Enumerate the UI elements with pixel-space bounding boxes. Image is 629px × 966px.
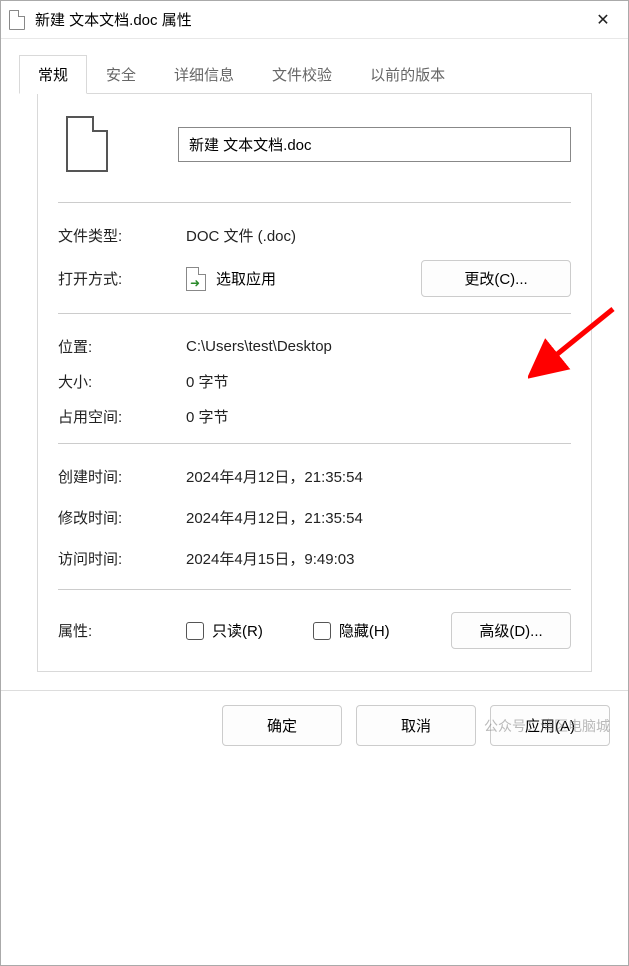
modified-value: 2024年4月12日，21:35:54 bbox=[186, 507, 363, 528]
window-title: 新建 文本文档.doc 属性 bbox=[35, 9, 192, 30]
apply-button[interactable]: 应用(A) bbox=[490, 705, 610, 746]
accessed-row: 访问时间: 2024年4月15日，9:49:03 bbox=[58, 548, 571, 569]
tab-security[interactable]: 安全 bbox=[87, 55, 155, 94]
readonly-checkbox[interactable] bbox=[186, 622, 204, 640]
size-row: 大小: 0 字节 bbox=[58, 371, 571, 392]
cancel-button[interactable]: 取消 bbox=[356, 705, 476, 746]
hidden-checkbox-item[interactable]: 隐藏(H) bbox=[313, 620, 390, 641]
location-label: 位置: bbox=[58, 336, 186, 357]
created-value: 2024年4月12日，21:35:54 bbox=[186, 466, 363, 487]
close-button[interactable]: ✕ bbox=[578, 1, 628, 39]
divider bbox=[58, 589, 571, 590]
openwith-label: 打开方式: bbox=[58, 268, 186, 289]
sizeondisk-row: 占用空间: 0 字节 bbox=[58, 406, 571, 427]
properties-dialog: 新建 文本文档.doc 属性 ✕ 常规 安全 详细信息 文件校验 以前的版本 bbox=[0, 0, 629, 966]
hidden-checkbox[interactable] bbox=[313, 622, 331, 640]
tab-fileverify[interactable]: 文件校验 bbox=[253, 55, 351, 94]
accessed-label: 访问时间: bbox=[58, 548, 186, 569]
location-value: C:\Users\test\Desktop bbox=[186, 338, 332, 355]
checkbox-group: 只读(R) 隐藏(H) bbox=[186, 620, 451, 641]
filename-row bbox=[58, 116, 571, 172]
created-row: 创建时间: 2024年4月12日，21:35:54 bbox=[58, 466, 571, 487]
close-icon: ✕ bbox=[596, 10, 609, 30]
openwith-row: 打开方式: ➜ 选取应用 更改(C)... bbox=[58, 260, 571, 297]
app-icon: ➜ bbox=[186, 267, 206, 291]
modified-label: 修改时间: bbox=[58, 507, 186, 528]
tab-details[interactable]: 详细信息 bbox=[155, 55, 253, 94]
filename-input[interactable] bbox=[178, 127, 571, 162]
file-icon-large bbox=[66, 116, 108, 172]
file-icon bbox=[9, 10, 25, 30]
modified-row: 修改时间: 2024年4月12日，21:35:54 bbox=[58, 507, 571, 528]
button-bar: 确定 取消 应用(A) 公众号：湾区电脑城 bbox=[1, 690, 628, 760]
openwith-value-container: ➜ 选取应用 bbox=[186, 267, 421, 291]
location-row: 位置: C:\Users\test\Desktop bbox=[58, 336, 571, 357]
filetype-value: DOC 文件 (.doc) bbox=[186, 225, 296, 246]
divider bbox=[58, 202, 571, 203]
titlebar: 新建 文本文档.doc 属性 ✕ bbox=[1, 1, 628, 39]
created-label: 创建时间: bbox=[58, 466, 186, 487]
sizeondisk-label: 占用空间: bbox=[58, 406, 186, 427]
tab-content-general: 文件类型: DOC 文件 (.doc) 打开方式: ➜ 选取应用 更改(C)..… bbox=[37, 93, 592, 672]
readonly-label: 只读(R) bbox=[212, 620, 263, 641]
sizeondisk-value: 0 字节 bbox=[186, 406, 229, 427]
change-button[interactable]: 更改(C)... bbox=[421, 260, 571, 297]
tab-previous[interactable]: 以前的版本 bbox=[351, 55, 464, 94]
filetype-label: 文件类型: bbox=[58, 225, 186, 246]
ok-button[interactable]: 确定 bbox=[222, 705, 342, 746]
divider bbox=[58, 443, 571, 444]
hidden-label: 隐藏(H) bbox=[339, 620, 390, 641]
attributes-row: 属性: 只读(R) 隐藏(H) 高级(D)... bbox=[58, 612, 571, 649]
openwith-value: 选取应用 bbox=[216, 268, 276, 289]
divider bbox=[58, 313, 571, 314]
accessed-value: 2024年4月15日，9:49:03 bbox=[186, 548, 354, 569]
filetype-row: 文件类型: DOC 文件 (.doc) bbox=[58, 225, 571, 246]
size-label: 大小: bbox=[58, 371, 186, 392]
attributes-label: 属性: bbox=[58, 620, 186, 641]
arrow-icon: ➜ bbox=[190, 277, 200, 289]
tab-general[interactable]: 常规 bbox=[19, 55, 87, 94]
advanced-button[interactable]: 高级(D)... bbox=[451, 612, 571, 649]
readonly-checkbox-item[interactable]: 只读(R) bbox=[186, 620, 263, 641]
tabs: 常规 安全 详细信息 文件校验 以前的版本 bbox=[19, 55, 610, 94]
tabs-container: 常规 安全 详细信息 文件校验 以前的版本 文件类型: bbox=[1, 39, 628, 672]
size-value: 0 字节 bbox=[186, 371, 229, 392]
